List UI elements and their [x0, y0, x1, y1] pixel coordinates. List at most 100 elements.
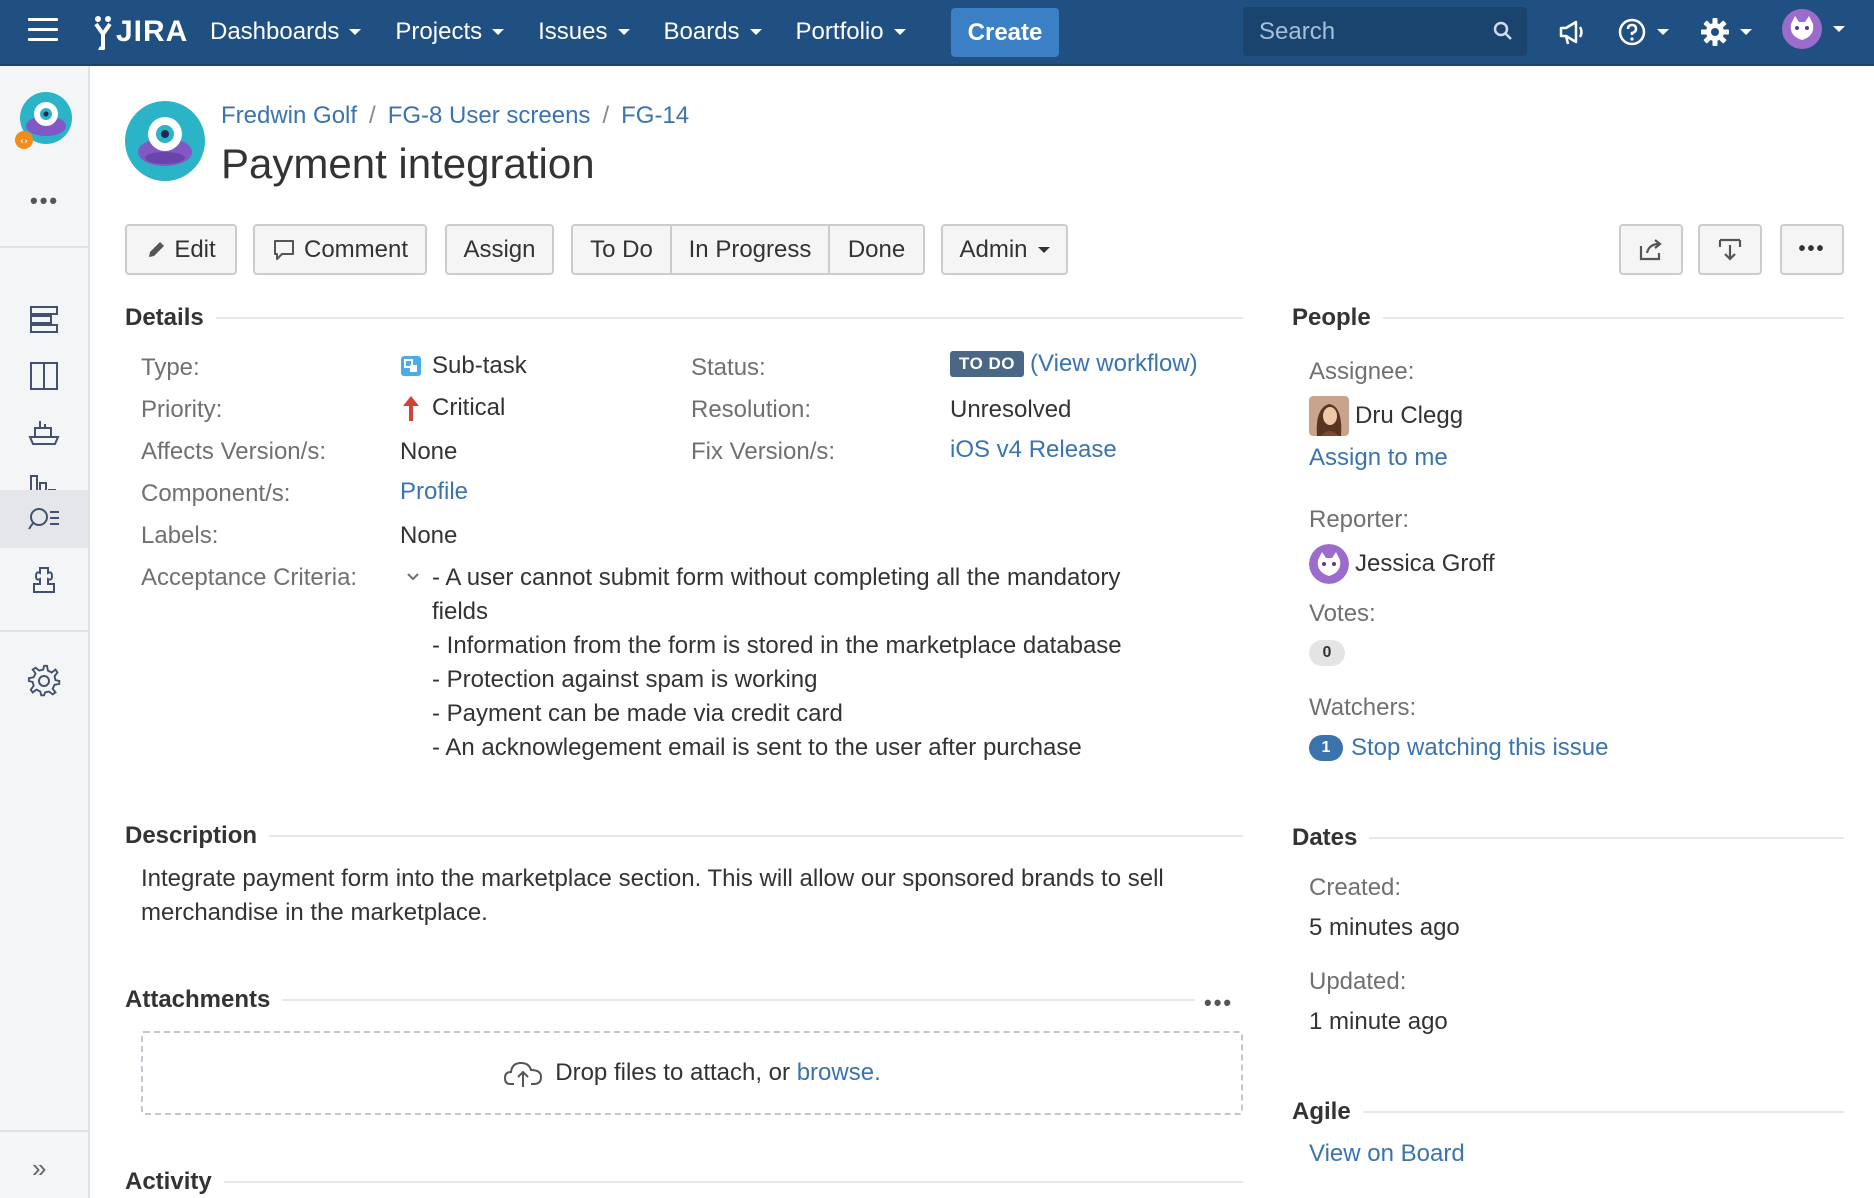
board-icon[interactable]	[0, 348, 88, 404]
section-divider	[1362, 1111, 1844, 1113]
section-divider	[282, 999, 1195, 1001]
more-options-icon[interactable]: •••	[30, 188, 59, 214]
votes-value: 0	[1309, 640, 1345, 666]
description-section-header: Description	[125, 822, 1243, 850]
more-actions-icon[interactable]: •••	[1780, 224, 1844, 275]
updated-value: 1 minute ago	[1309, 1008, 1448, 1035]
sidebar-divider	[0, 246, 90, 248]
issues-search-icon[interactable]	[0, 490, 88, 548]
collapse-chevron-icon[interactable]	[405, 568, 421, 589]
export-button[interactable]	[1698, 224, 1762, 275]
attachment-dropzone[interactable]: Drop files to attach, or browse.	[141, 1031, 1243, 1115]
breadcrumb-project[interactable]: Fredwin Golf	[221, 102, 357, 130]
project-avatar[interactable]: ‹›	[14, 90, 74, 150]
created-label: Created:	[1309, 874, 1402, 901]
comment-button[interactable]: Comment	[253, 224, 427, 275]
project-sidebar: ‹› ••• »	[0, 66, 90, 1198]
nav-boards[interactable]: Boards	[664, 18, 762, 46]
share-icon	[1639, 238, 1662, 260]
assign-button[interactable]: Assign	[445, 224, 554, 275]
assignee-avatar	[1309, 396, 1349, 436]
todo-button[interactable]: To Do	[573, 226, 672, 273]
votes-count-badge[interactable]: 0	[1309, 640, 1345, 666]
settings-icon[interactable]	[0, 652, 88, 708]
breadcrumb-separator: /	[602, 102, 610, 129]
resolution-value: Unresolved	[950, 396, 1072, 423]
status-badge: TO DO	[950, 351, 1025, 377]
fix-version-value: iOS v4 Release	[950, 436, 1117, 464]
chevron-down-icon	[749, 29, 762, 35]
done-button[interactable]: Done	[830, 226, 923, 273]
page-title: Payment integration	[221, 140, 595, 187]
breadcrumb-parent-issue[interactable]: FG-8 User screens	[388, 102, 591, 130]
attachments-more-icon[interactable]: •••	[1204, 990, 1233, 1016]
assignee-label: Assignee:	[1309, 358, 1415, 385]
nav-portfolio-label: Portfolio	[795, 18, 884, 45]
view-on-board-link[interactable]: View on Board	[1309, 1140, 1465, 1168]
component-label: Component/s:	[141, 480, 291, 507]
breadcrumb-issue-key[interactable]: FG-14	[621, 102, 689, 130]
assignee-name[interactable]: Dru Clegg	[1355, 402, 1463, 430]
edit-button[interactable]: Edit	[125, 224, 237, 275]
app-switcher-menu-icon[interactable]	[28, 18, 58, 42]
jira-logo[interactable]: JIRA	[92, 12, 188, 52]
chevron-down-icon	[1833, 26, 1845, 32]
watchers-count-badge[interactable]: 1	[1309, 735, 1343, 761]
reporter-value: Jessica Groff	[1309, 544, 1495, 584]
dates-section-header: Dates	[1292, 824, 1844, 852]
help-icon[interactable]	[1617, 14, 1669, 50]
fix-version-link[interactable]: iOS v4 Release	[950, 436, 1117, 464]
backlog-icon[interactable]	[0, 292, 88, 348]
subtask-icon	[401, 356, 421, 376]
create-button[interactable]: Create	[951, 8, 1059, 57]
admin-label: Admin	[959, 235, 1028, 263]
stop-watching-link[interactable]: Stop watching this issue	[1351, 734, 1608, 762]
gear-icon[interactable]	[1700, 14, 1752, 50]
dates-heading: Dates	[1292, 824, 1358, 851]
nav-projects[interactable]: Projects	[395, 18, 505, 46]
assignee-value: Dru Clegg	[1309, 396, 1463, 436]
section-divider	[269, 835, 1243, 837]
nav-portfolio[interactable]: Portfolio	[796, 18, 906, 46]
nav-issues[interactable]: Issues	[538, 18, 630, 46]
acceptance-criteria-list: - A user cannot submit form without comp…	[432, 561, 1152, 765]
search-icon[interactable]	[1493, 21, 1513, 41]
chevron-down-icon	[1740, 29, 1752, 35]
expand-sidebar-icon[interactable]: »	[32, 1153, 46, 1184]
nav-issues-label: Issues	[538, 18, 608, 45]
watchers-label: Watchers:	[1309, 694, 1417, 721]
cloud-upload-icon	[504, 1061, 543, 1087]
description-text[interactable]: Integrate payment form into the marketpl…	[141, 862, 1201, 930]
reporter-label: Reporter:	[1309, 506, 1410, 533]
created-value: 5 minutes ago	[1309, 914, 1460, 941]
search-input[interactable]	[1259, 17, 1479, 46]
in-progress-button[interactable]: In Progress	[672, 226, 830, 273]
component-link[interactable]: Profile	[400, 478, 468, 506]
fix-version-label: Fix Version/s:	[691, 438, 836, 465]
share-button[interactable]	[1619, 224, 1683, 275]
user-avatar-icon[interactable]	[1781, 9, 1845, 49]
assign-to-me-link[interactable]: Assign to me	[1309, 444, 1448, 472]
nav-dashboards[interactable]: Dashboards	[210, 18, 362, 46]
dropzone-text: Drop files to attach, or	[555, 1059, 791, 1086]
view-workflow-link[interactable]: View workflow	[1038, 350, 1190, 378]
admin-button[interactable]: Admin	[941, 224, 1068, 275]
attachments-heading: Attachments	[125, 986, 271, 1013]
section-divider	[223, 1181, 1243, 1183]
details-section-header: Details	[125, 304, 1243, 332]
chevron-down-icon	[1657, 29, 1669, 35]
type-value-text: Sub-task	[432, 352, 527, 379]
chevron-down-icon	[1037, 246, 1050, 253]
people-heading: People	[1292, 304, 1371, 331]
releases-icon[interactable]	[0, 404, 88, 460]
reporter-name[interactable]: Jessica Groff	[1355, 550, 1495, 578]
main-nav: Dashboards Projects Issues Boards Portfo…	[210, 0, 940, 64]
browse-link[interactable]: browse.	[797, 1059, 881, 1087]
components-icon[interactable]	[0, 552, 88, 608]
status-paren-open: (	[1030, 350, 1039, 377]
chevron-down-icon	[617, 29, 630, 35]
nav-projects-label: Projects	[395, 18, 483, 45]
megaphone-icon[interactable]	[1558, 14, 1588, 50]
labels-value: None	[400, 522, 458, 549]
acceptance-criteria-label: Acceptance Criteria:	[141, 564, 358, 591]
